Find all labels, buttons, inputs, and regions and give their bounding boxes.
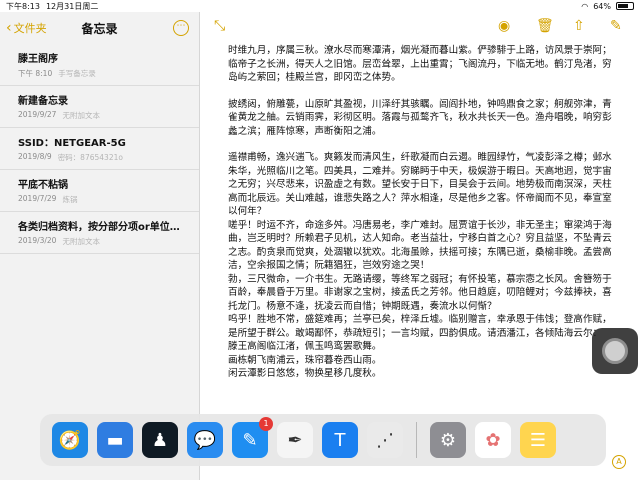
note-preview: 无附加文本 xyxy=(62,111,100,120)
app-taptap[interactable]: T xyxy=(322,422,358,458)
note-toolbar: ⤡ ◉ 🗑 ⇧ ✎ xyxy=(200,12,640,42)
note-date: 下午 8:10 xyxy=(18,69,53,78)
note-title: 滕王阁序 xyxy=(18,54,58,65)
assistive-touch-icon xyxy=(602,338,628,364)
chat-icon: 💬 xyxy=(193,429,217,451)
compose-icon[interactable]: ✎ xyxy=(610,18,622,34)
app-notes[interactable]: ☰ xyxy=(520,422,556,458)
flower-icon: ✿ xyxy=(485,429,501,451)
note-preview: 手写备忘录 xyxy=(58,69,96,78)
status-date: 12月31日周二 xyxy=(45,1,99,11)
status-time: 下午8:13 xyxy=(6,1,40,11)
note-preview: 无附加文本 xyxy=(62,237,100,246)
gear-icon: ⚙ xyxy=(439,429,457,451)
note-paragraph: 时维九月，序属三秋。潦水尽而寒潭清，烟光凝而暮山紫。俨骖騑于上路，访风景于崇阿；… xyxy=(228,45,612,83)
poem-line: 画栋朝飞南浦云，珠帘暮卷西山雨。 xyxy=(228,354,382,366)
note-body[interactable]: 时维九月，序属三秋。潦水尽而寒潭清，烟光凝而暮山紫。俨骖騑于上路，访风景于崇阿；… xyxy=(228,44,620,381)
pencil-icon: ✒ xyxy=(287,429,303,451)
note-date: 2019/9/27 xyxy=(18,110,57,119)
dock-separator xyxy=(416,422,417,458)
trash-icon[interactable]: 🗑 xyxy=(536,18,554,34)
folder-icon: ▬ xyxy=(106,429,124,451)
collaborate-icon[interactable]: ◉ xyxy=(498,18,510,34)
note-date: 2019/8/9 xyxy=(18,152,52,161)
note-date: 2019/3/20 xyxy=(18,236,57,245)
chevron-left-icon: ‹ xyxy=(6,20,12,36)
assistive-touch-button[interactable] xyxy=(592,328,638,374)
app-flow[interactable]: ⋰ xyxy=(367,422,403,458)
note-list-item[interactable]: 新建备忘录 2019/9/27 无附加文本 xyxy=(0,86,199,128)
app-safari[interactable]: 🧭 xyxy=(52,422,88,458)
note-editor: ⤡ ◉ 🗑 ⇧ ✎ 时维九月，序属三秋。潦水尽而寒潭清，烟光凝而暮山紫。俨骖騑于… xyxy=(200,12,640,480)
battery-icon xyxy=(616,2,634,10)
compass-icon: 🧭 xyxy=(58,429,82,451)
note-title: 新建备忘录 xyxy=(18,96,68,107)
app-settings[interactable]: ⚙ xyxy=(430,422,466,458)
notes-icon: ☰ xyxy=(529,429,547,451)
markup-pen-icon[interactable]: A xyxy=(612,455,626,469)
notification-badge: 1 xyxy=(259,417,273,431)
nodes-icon: ⋰ xyxy=(376,429,394,451)
note-paragraph: 嗟乎！时运不齐，命途多舛。冯唐易老，李广难封。屈贾谊于长沙，非无圣主；窜梁鸿于海… xyxy=(228,219,612,272)
app-kindle[interactable]: ♟ xyxy=(142,422,178,458)
pen-icon: ✎ xyxy=(242,429,258,451)
dock: 🧭 ▬ ♟ 💬 ✎ 1 ✒ T ⋰ ⚙ ✿ ☰ xyxy=(40,414,606,466)
back-label: 文件夹 xyxy=(13,22,47,35)
app-messages[interactable]: 💬 xyxy=(187,422,223,458)
back-to-folders-button[interactable]: ‹ 文件夹 xyxy=(6,20,47,36)
note-paragraph: 遥襟甫畅，逸兴遄飞。爽籁发而清风生，纤歌凝而白云遏。睢园绿竹，气凌彭泽之樽；邺水… xyxy=(228,152,612,217)
note-paragraph: 勃，三尺微命，一介书生。无路请缨，等终军之弱冠；有怀投笔，慕宗悫之长风。舍簪笏于… xyxy=(228,273,612,312)
notes-sidebar: ‹ 文件夹 备忘录 ⋯ 滕王阁序 下午 8:10 手写备忘录 新建备忘录 2019… xyxy=(0,12,200,480)
tap-icon: T xyxy=(334,429,346,451)
note-paragraph: 呜乎！胜地不常，盛筵难再；兰亭已矣，梓泽丘墟。临别赠言，幸承恩于伟饯；登高作赋，… xyxy=(228,314,612,339)
note-title: 平底不粘锅 xyxy=(18,180,68,191)
note-date: 2019/7/29 xyxy=(18,194,57,203)
status-bar: 下午8:13 12月31日周二 ◠ 64% xyxy=(0,0,640,12)
app-pages[interactable]: ✎ 1 xyxy=(232,417,273,458)
note-list-item[interactable]: 各类归档资料，按分部分项or单位… 2019/3/20 无附加文本 xyxy=(0,212,199,254)
app-photos[interactable]: ✿ xyxy=(475,422,511,458)
note-title: SSID：NETGEAR-5G xyxy=(18,138,126,149)
note-preview: 炼锅 xyxy=(62,195,78,204)
poem-line: 滕王高阁临江渚，佩玉鸣鸾罢歌舞。 xyxy=(228,341,382,352)
more-options-icon[interactable]: ⋯ xyxy=(173,20,189,36)
note-title: 各类归档资料，按分部分项or单位… xyxy=(18,222,180,233)
expand-icon[interactable]: ⤡ xyxy=(214,18,225,34)
app-files[interactable]: ▬ xyxy=(97,422,133,458)
poem-line: 闲云潭影日悠悠，物换星移几度秋。 xyxy=(228,368,382,379)
note-list-item[interactable]: 滕王阁序 下午 8:10 手写备忘录 xyxy=(0,44,199,86)
reader-icon: ♟ xyxy=(151,429,169,451)
note-list-item[interactable]: SSID：NETGEAR-5G 2019/8/9 密码：87654321o xyxy=(0,128,199,170)
note-preview: 密码：87654321o xyxy=(57,153,123,162)
share-icon[interactable]: ⇧ xyxy=(573,18,585,34)
app-writing[interactable]: ✒ xyxy=(277,422,313,458)
battery-percent: 64% xyxy=(593,1,611,11)
sidebar-header: ‹ 文件夹 备忘录 ⋯ xyxy=(0,12,199,44)
note-paragraph: 披绣闼，俯雕甍，山原旷其盈视，川泽纡其骇瞩。闾阎扑地，钟鸣鼎食之家；舸舰弥津，青… xyxy=(228,98,612,137)
note-list-item[interactable]: 平底不粘锅 2019/7/29 炼锅 xyxy=(0,170,199,212)
wifi-icon: ◠ xyxy=(581,1,589,11)
